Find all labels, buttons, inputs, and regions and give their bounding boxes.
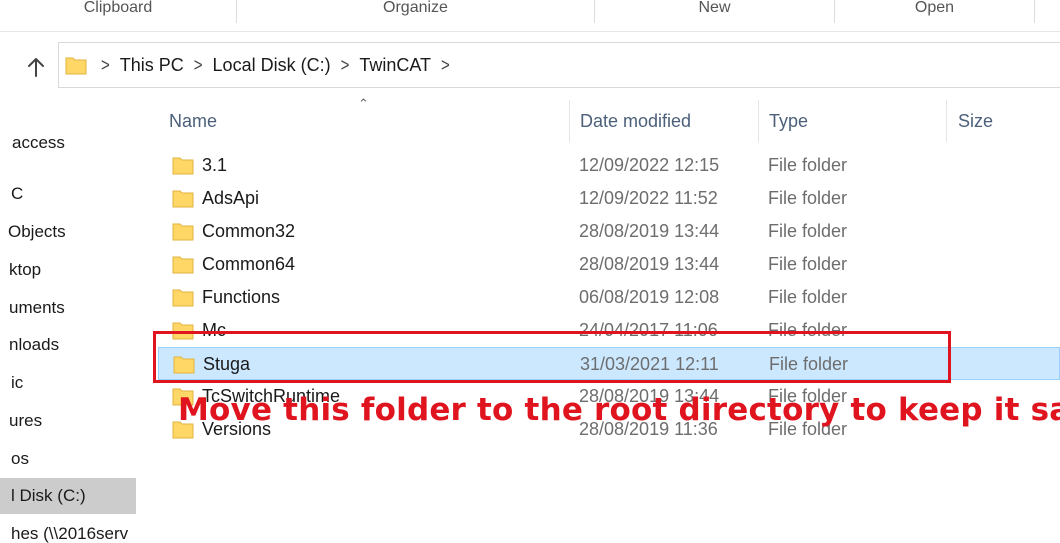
nav-item-label: ures [9,411,43,430]
column-header-size[interactable]: Size [958,100,1058,142]
nav-item-label: hes (\\2016serv [11,524,129,543]
folder-icon [172,188,194,208]
file-row[interactable]: Common32 28/08/2019 13:44 File folder [158,215,1060,248]
up-button[interactable] [20,52,52,82]
breadcrumb-twincat[interactable]: TwinCAT [359,55,431,76]
nav-item-3d-objects[interactable]: Objects [0,214,136,250]
ribbon-group-organize[interactable]: Organize [237,0,595,23]
chevron-right-icon[interactable]: > [441,56,450,74]
file-name: Functions [202,287,281,307]
ribbon-group-label: New [698,0,731,16]
column-header-date-modified[interactable]: Date modified [580,100,758,142]
folder-icon [172,287,194,307]
file-date: 12/09/2022 12:15 [579,155,720,175]
nav-item-label: ic [11,373,24,392]
nav-item-local-disk[interactable]: l Disk (C:) [0,478,136,514]
column-header-name[interactable]: Name [169,100,567,142]
chevron-right-icon[interactable]: > [101,56,110,74]
nav-item-label: ktop [9,260,42,279]
ribbon-group-clipboard[interactable]: Clipboard [0,0,237,23]
file-row[interactable]: AdsApi 12/09/2022 11:52 File folder [158,182,1060,215]
ribbon-group-open[interactable]: Open [835,0,1035,23]
address-bar[interactable]: > This PC > Local Disk (C:) > TwinCAT > [58,42,1060,88]
column-divider[interactable] [946,100,947,142]
folder-icon [172,221,194,241]
file-name: Common64 [202,254,296,274]
file-type: File folder [768,287,848,307]
nav-item-this-pc[interactable]: C [0,176,136,212]
annotation-text: Move this folder to the root directory t… [178,392,1060,428]
nav-item-videos[interactable]: os [0,441,136,477]
nav-item-label: os [11,449,29,468]
arrow-up-icon [28,58,44,77]
ribbon-group-label: Clipboard [83,0,153,16]
nav-item-label: nloads [9,335,60,354]
ribbon-group-label: Open [914,0,955,16]
nav-item-downloads[interactable]: nloads [0,327,136,363]
ribbon: Clipboard Organize New Open [0,0,1060,32]
column-divider[interactable] [758,100,759,142]
nav-item-music[interactable]: ic [0,365,136,401]
file-type: File folder [768,221,848,241]
file-type: File folder [768,155,848,175]
file-date: 12/09/2022 11:52 [579,188,718,208]
nav-item-label: C [11,184,24,203]
file-date: 06/08/2019 12:08 [579,287,720,307]
ribbon-group-label: Organize [383,0,448,16]
ribbon-group-new[interactable]: New [595,0,835,23]
chevron-right-icon[interactable]: > [194,56,203,74]
nav-item-documents[interactable]: uments [0,290,136,326]
nav-item-label: uments [9,298,65,317]
folder-icon [65,55,87,75]
file-row[interactable]: Common64 28/08/2019 13:44 File folder [158,248,1060,281]
nav-item-desktop[interactable]: ktop [0,252,136,288]
nav-item-label: access [12,133,65,152]
file-row[interactable]: Functions 06/08/2019 12:08 File folder [158,281,1060,314]
folder-icon [172,155,194,175]
file-date: 28/08/2019 13:44 [579,254,720,274]
nav-item-network-share[interactable]: hes (\\2016serv [0,516,136,543]
file-name: AdsApi [202,188,260,208]
breadcrumb-local-disk[interactable]: Local Disk (C:) [213,55,331,76]
file-date: 28/08/2019 13:44 [579,221,720,241]
nav-item-label: l Disk (C:) [11,486,86,505]
file-row[interactable]: 3.1 12/09/2022 12:15 File folder [158,149,1060,182]
navigation-pane: access C Objects ktop uments nloads ic u… [0,92,140,543]
nav-item-quick-access[interactable]: access [0,125,136,161]
breadcrumb-this-pc[interactable]: This PC [120,55,184,76]
file-name: Common32 [202,221,296,241]
nav-item-label: Objects [8,222,66,241]
file-type: File folder [768,188,848,208]
folder-icon [172,254,194,274]
column-header-type[interactable]: Type [769,100,945,142]
file-type: File folder [768,254,848,274]
nav-item-pictures[interactable]: ures [0,403,136,439]
column-divider[interactable] [569,100,570,142]
annotation-highlight-box [153,331,951,383]
file-explorer-window: Clipboard Organize New Open > This PC > … [0,0,1060,543]
file-name: 3.1 [202,155,228,175]
chevron-right-icon[interactable]: > [341,56,350,74]
